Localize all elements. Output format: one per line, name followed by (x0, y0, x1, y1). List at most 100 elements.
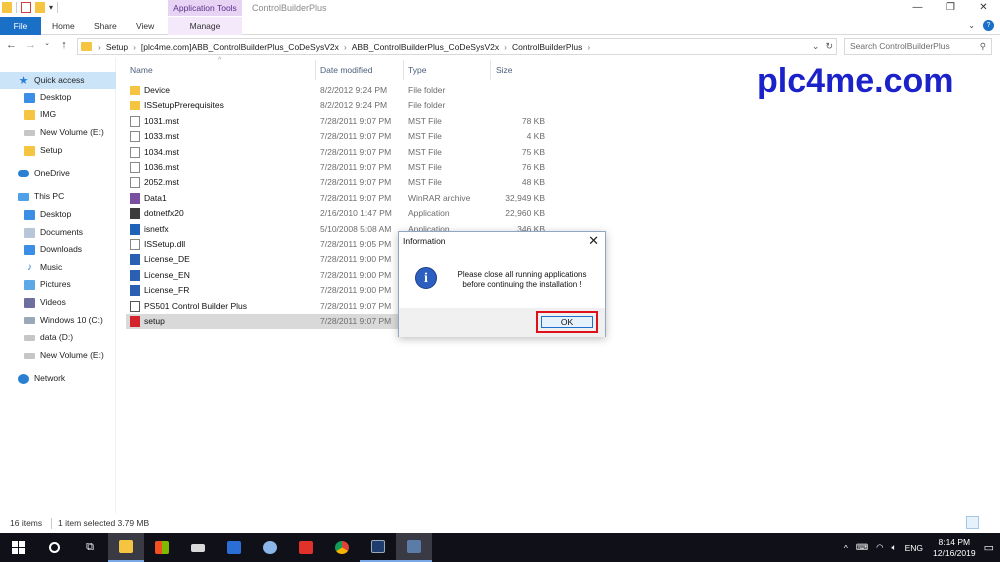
column-header-size[interactable]: Size (496, 63, 513, 77)
file-size: 48 KB (521, 177, 545, 188)
sidebar-item-windows-c[interactable]: Windows 10 (C:) (24, 312, 103, 329)
taskbar-file-explorer[interactable] (108, 533, 144, 562)
task-view-button[interactable]: ⧉ (72, 533, 108, 562)
sidebar-item-downloads[interactable]: Downloads (24, 241, 82, 258)
column-header-type[interactable]: Type (408, 63, 426, 77)
ok-button[interactable]: OK (541, 316, 593, 328)
taskbar-app-1[interactable] (180, 533, 216, 562)
table-row[interactable]: Data1 7/28/2011 9:07 PM WinRAR archive 32,9… (126, 191, 546, 206)
notifications-icon[interactable]: ▭ (984, 541, 994, 554)
sidebar-item-pictures[interactable]: Pictures (24, 276, 71, 293)
tab-view[interactable]: View (136, 17, 154, 35)
column-divider[interactable] (403, 60, 404, 80)
minimize-button[interactable]: — (901, 0, 934, 16)
sidebar-item-label: IMG (40, 109, 57, 119)
tab-file[interactable]: File (0, 17, 41, 35)
breadcrumb-plc4me[interactable]: [plc4me.com]ABB_ControlBuilderPlus_CoDeS… (141, 42, 339, 52)
sidebar-item-videos[interactable]: Videos (24, 294, 66, 311)
tab-share[interactable]: Share (94, 17, 117, 35)
close-icon[interactable]: ✕ (588, 233, 599, 249)
sidebar-item-img[interactable]: IMG (24, 106, 56, 123)
sidebar-item-desktop[interactable]: Desktop (24, 89, 71, 106)
sidebar-item-this-pc[interactable]: This PC (18, 188, 64, 205)
taskbar-app-4[interactable] (288, 533, 324, 562)
chevron-up-icon[interactable]: ^ (844, 543, 848, 553)
chevron-right-icon[interactable]: › (344, 42, 347, 52)
recent-locations-icon[interactable]: ⌄ (44, 39, 50, 51)
language-indicator[interactable]: ENG (905, 543, 923, 553)
title-bar: ▾ Application Tools ControlBuilderPlus —… (0, 0, 1000, 17)
table-row[interactable]: 1033.mst 7/28/2011 9:07 PM MST File 4 KB (126, 129, 546, 144)
sidebar-item-setup[interactable]: Setup (24, 142, 62, 159)
start-button[interactable] (0, 533, 36, 562)
wifi-icon[interactable]: ◠ (876, 542, 883, 553)
tab-manage[interactable]: Manage (168, 17, 242, 35)
chevron-right-icon[interactable]: › (504, 42, 507, 52)
watermark-text: plc4me.com (757, 62, 954, 100)
chevron-down-icon[interactable]: ⌄ (812, 41, 820, 52)
close-button[interactable]: ✕ (967, 0, 1000, 16)
sidebar-item-onedrive[interactable]: OneDrive (18, 165, 70, 182)
search-input[interactable]: Search ControlBuilderPlus ⚲ (844, 38, 992, 55)
sidebar-item-network[interactable]: Network (18, 370, 65, 387)
table-row[interactable]: dotnetfx20 2/16/2010 1:47 PM Application 22… (126, 206, 546, 221)
taskbar-app-3[interactable] (252, 533, 288, 562)
large-icons-view-icon[interactable] (981, 516, 994, 529)
taskbar-chrome[interactable] (324, 533, 360, 562)
new-folder-icon[interactable] (35, 2, 45, 13)
address-bar[interactable]: › Setup › [plc4me.com]ABB_ControlBuilder… (77, 38, 837, 55)
folder-file-icon (130, 101, 140, 111)
sidebar-item-desktop-pc[interactable]: Desktop (24, 206, 71, 223)
tray-app-icon[interactable]: ⌨ (856, 542, 868, 553)
breadcrumb-abb[interactable]: ABB_ControlBuilderPlus_CoDeSysV2x (352, 42, 499, 52)
details-view-icon[interactable] (966, 516, 979, 529)
chevron-right-icon[interactable]: › (133, 42, 136, 52)
sidebar-item-documents[interactable]: Documents (24, 224, 83, 241)
back-icon[interactable]: ← (6, 39, 17, 51)
taskbar-installer[interactable] (396, 533, 432, 562)
file-size: 75 KB (521, 146, 545, 157)
customize-toolbar-icon[interactable]: ▾ (49, 3, 53, 12)
pictures-icon (24, 279, 35, 290)
taskbar-app-5[interactable] (360, 533, 396, 562)
properties-icon[interactable] (21, 2, 31, 13)
breadcrumb-setup[interactable]: Setup (106, 42, 128, 52)
column-divider[interactable] (315, 60, 316, 80)
chevron-right-icon[interactable]: › (98, 42, 101, 52)
table-row[interactable]: 1034.mst 7/28/2011 9:07 PM MST File 75 KB (126, 145, 546, 160)
app-icon (191, 543, 205, 552)
help-icon[interactable]: ? (983, 20, 994, 31)
store-icon (155, 541, 169, 554)
expand-ribbon-icon[interactable]: ⌄ (968, 21, 975, 30)
search-button[interactable] (36, 533, 72, 562)
table-row[interactable]: Device 8/2/2012 9:24 PM File folder (126, 83, 546, 98)
refresh-icon[interactable]: ↻ (825, 41, 833, 52)
forward-icon[interactable]: → (25, 39, 36, 51)
taskbar-app-2[interactable] (216, 533, 252, 562)
table-row[interactable]: 1031.mst 7/28/2011 9:07 PM MST File 78 KB (126, 114, 546, 129)
sidebar-item-new-volume-e-pc[interactable]: New Volume (E:) (24, 347, 104, 364)
volume-icon[interactable]: 🔈︎ (892, 542, 897, 553)
taskbar-store[interactable] (144, 533, 180, 562)
file-name-cell: isnetfx (130, 222, 169, 237)
sidebar-item-new-volume-e[interactable]: New Volume (E:) (24, 124, 104, 141)
column-header-name[interactable]: Name (130, 63, 153, 77)
file-name-cell: 1034.mst (130, 145, 179, 160)
up-icon[interactable]: ↑ (59, 39, 69, 51)
clock[interactable]: 8:14 PM 12/16/2019 (933, 537, 976, 559)
breadcrumb-controlbuilderplus[interactable]: ControlBuilderPlus (512, 42, 582, 52)
table-row[interactable]: 1036.mst 7/28/2011 9:07 PM MST File 76 KB (126, 160, 546, 175)
chevron-right-icon[interactable]: › (587, 42, 590, 52)
table-row[interactable]: 2052.mst 7/28/2011 9:07 PM MST File 48 KB (126, 175, 546, 190)
tab-home[interactable]: Home (52, 17, 75, 35)
sidebar-item-music[interactable]: ♪ Music (24, 259, 62, 276)
sidebar-item-data-d[interactable]: data (D:) (24, 329, 73, 346)
file-name: License_FR (144, 285, 190, 296)
restore-button[interactable]: ❐ (934, 0, 967, 16)
file-name: 1034.mst (144, 146, 179, 157)
column-divider[interactable] (490, 60, 491, 80)
file-type: Application (408, 208, 450, 219)
sidebar-item-quick-access[interactable]: ★ Quick access (0, 72, 116, 89)
column-header-date[interactable]: Date modified (320, 63, 372, 77)
table-row[interactable]: ISSetupPrerequisites 8/2/2012 9:24 PM File… (126, 98, 546, 113)
